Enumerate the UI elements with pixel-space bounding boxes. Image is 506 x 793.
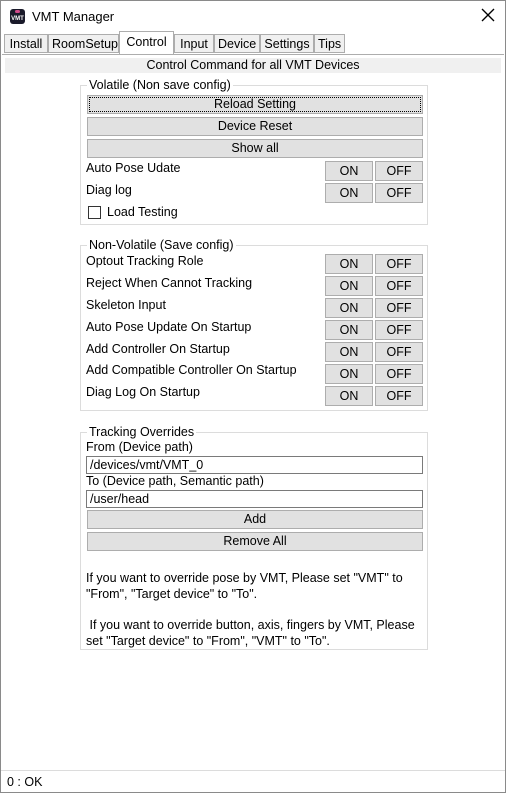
tab-install[interactable]: Install [4, 34, 48, 53]
tab-roomsetup[interactable]: RoomSetup [48, 34, 119, 53]
add-compatible-controller-on-startup-on-button[interactable]: ON [325, 364, 373, 384]
close-icon [481, 8, 495, 22]
skeleton-input-on-button[interactable]: ON [325, 298, 373, 318]
add-controller-on-startup-label: Add Controller On Startup [86, 342, 230, 356]
reject-when-cannot-tracking-off-button[interactable]: OFF [375, 276, 423, 296]
skeleton-input-off-button[interactable]: OFF [375, 298, 423, 318]
app-window: VMT VMT Manager Install RoomSetup Contro… [0, 0, 506, 793]
load-testing-label: Load Testing [107, 205, 178, 219]
status-text: 0 : OK [7, 775, 43, 789]
from-device-path-label: From (Device path) [86, 440, 193, 454]
auto-pose-update-off-button[interactable]: OFF [375, 161, 423, 181]
volatile-group-title: Volatile (Non save config) [87, 77, 233, 93]
reload-setting-button[interactable]: Reload Setting [87, 95, 423, 114]
from-device-path-input[interactable]: /devices/vmt/VMT_0 [86, 456, 423, 474]
optout-tracking-role-on-button[interactable]: ON [325, 254, 373, 274]
diag-log-label: Diag log [86, 183, 132, 197]
reject-when-cannot-tracking-label: Reject When Cannot Tracking [86, 276, 253, 290]
diag-log-on-startup-off-button[interactable]: OFF [375, 386, 423, 406]
optout-tracking-role-label: Optout Tracking Role [86, 254, 204, 268]
remove-all-overrides-button[interactable]: Remove All [87, 532, 423, 551]
diag-log-on-startup-label: Diag Log On Startup [86, 385, 200, 399]
volatile-group: Volatile (Non save config) Reload Settin… [80, 77, 428, 225]
auto-pose-update-on-startup-label: Auto Pose Update On Startup [86, 320, 252, 334]
control-header: Control Command for all VMT Devices [5, 58, 501, 73]
add-controller-on-startup-on-button[interactable]: ON [325, 342, 373, 362]
vmt-app-icon: VMT [10, 9, 25, 24]
nonvolatile-group-title: Non-Volatile (Save config) [87, 237, 236, 253]
override-pose-info: If you want to override pose by VMT, Ple… [86, 571, 407, 601]
diag-log-on-startup-on-button[interactable]: ON [325, 386, 373, 406]
tracking-overrides-group: Tracking Overrides From (Device path) /d… [80, 424, 428, 650]
auto-pose-update-on-startup-off-button[interactable]: OFF [375, 320, 423, 340]
device-reset-button[interactable]: Device Reset [87, 117, 423, 136]
status-bar: 0 : OK [1, 770, 505, 792]
tab-input[interactable]: Input [174, 34, 214, 53]
add-compatible-controller-on-startup-label: Add Compatible Controller On Startup [86, 363, 297, 377]
diag-log-off-button[interactable]: OFF [375, 183, 423, 203]
add-controller-on-startup-off-button[interactable]: OFF [375, 342, 423, 362]
tab-control[interactable]: Control [119, 31, 174, 54]
tab-tips[interactable]: Tips [314, 34, 345, 53]
tracking-overrides-group-title: Tracking Overrides [87, 424, 197, 440]
tab-device[interactable]: Device [214, 34, 260, 53]
window-title: VMT Manager [32, 9, 115, 24]
show-all-button[interactable]: Show all [87, 139, 423, 158]
override-input-info: If you want to override button, axis, fi… [86, 618, 419, 648]
skeleton-input-label: Skeleton Input [86, 298, 166, 312]
control-tab-panel: Control Command for all VMT Devices Vola… [2, 54, 504, 769]
nonvolatile-group: Non-Volatile (Save config) Optout Tracki… [80, 237, 428, 411]
auto-pose-update-on-button[interactable]: ON [325, 161, 373, 181]
load-testing-checkbox[interactable] [88, 206, 101, 219]
tab-strip: Install RoomSetup Control Input Device S… [1, 31, 505, 55]
tab-settings[interactable]: Settings [260, 34, 314, 53]
title-bar: VMT VMT Manager [1, 1, 505, 32]
auto-pose-update-on-startup-on-button[interactable]: ON [325, 320, 373, 340]
to-device-path-label: To (Device path, Semantic path) [86, 474, 264, 488]
add-compatible-controller-on-startup-off-button[interactable]: OFF [375, 364, 423, 384]
optout-tracking-role-off-button[interactable]: OFF [375, 254, 423, 274]
to-device-path-input[interactable]: /user/head [86, 490, 423, 508]
close-button[interactable] [477, 4, 499, 26]
auto-pose-update-label: Auto Pose Udate [86, 161, 181, 175]
diag-log-on-button[interactable]: ON [325, 183, 373, 203]
reject-when-cannot-tracking-on-button[interactable]: ON [325, 276, 373, 296]
add-override-button[interactable]: Add [87, 510, 423, 529]
